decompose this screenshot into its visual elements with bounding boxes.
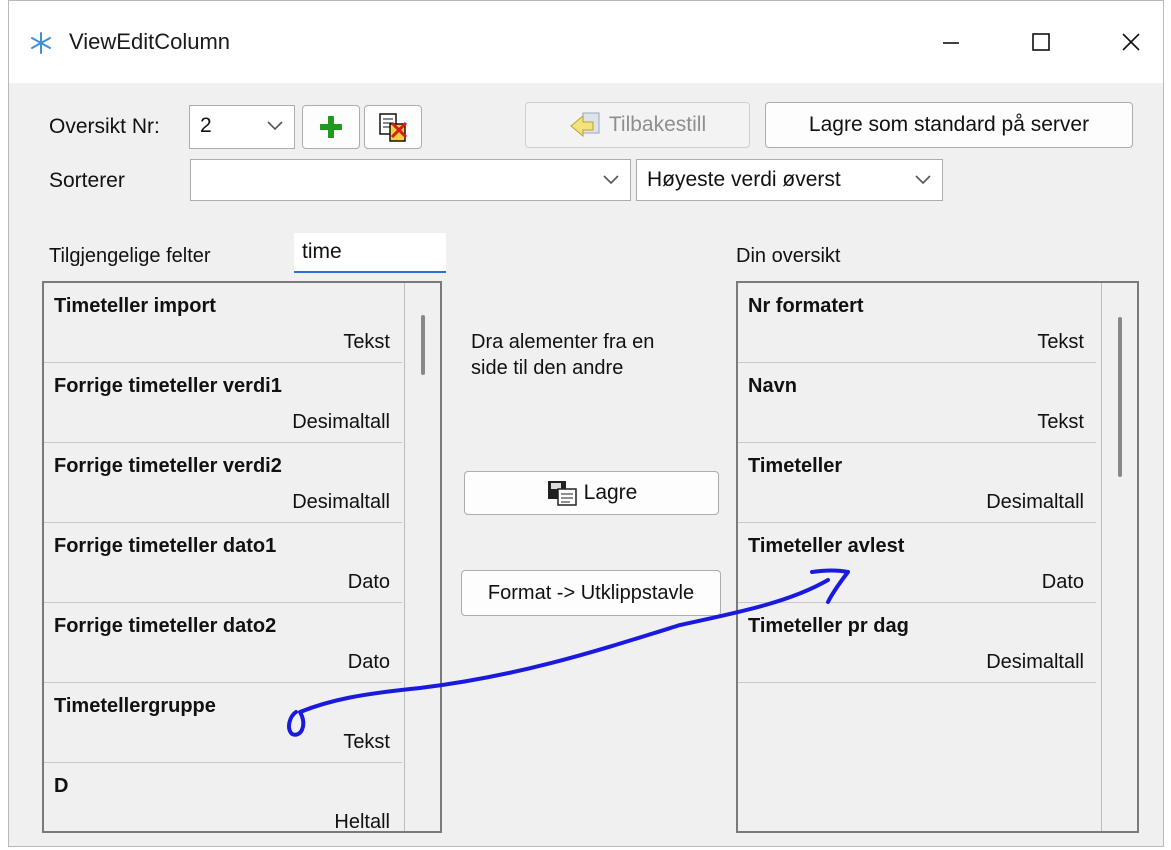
close-icon [1122, 33, 1140, 51]
dialog-window: ViewEditColumn Oversikt Nr: 2 Tilbakesti… [8, 0, 1164, 847]
your-overview-list[interactable]: Nr formatert Tekst Navn Tekst Timeteller… [736, 281, 1139, 833]
scrollbar-thumb[interactable] [421, 315, 425, 375]
save-button[interactable]: Lagre [464, 471, 719, 515]
sorter-label: Sorterer [49, 169, 125, 192]
title-bar: ViewEditColumn [9, 1, 1163, 83]
chevron-down-icon [915, 175, 931, 185]
reset-button[interactable]: Tilbakestill [525, 102, 750, 148]
available-fields-label: Tilgjengelige felter [49, 245, 211, 267]
list-item[interactable]: Timetellergruppe Tekst [44, 683, 402, 763]
snowflake-icon [31, 32, 51, 54]
available-fields-list[interactable]: Timeteller import Tekst Forrige timetell… [42, 281, 442, 833]
list-item[interactable]: Nr formatert Tekst [738, 283, 1096, 363]
oversikt-select[interactable]: 2 [189, 105, 295, 149]
plus-icon [320, 116, 342, 138]
sort-order-value: Høyeste verdi øverst [647, 168, 841, 191]
list-item[interactable]: Forrige timeteller verdi2 Desimaltall [44, 443, 402, 523]
drag-hint-line-2: side til den andre [471, 357, 624, 379]
sort-order-select[interactable]: Høyeste verdi øverst [636, 159, 943, 201]
filter-input[interactable] [294, 233, 446, 273]
window-title: ViewEditColumn [69, 29, 231, 54]
scrollbar[interactable] [1101, 283, 1137, 831]
reset-label: Tilbakestill [608, 113, 707, 136]
scrollbar-thumb[interactable] [1118, 317, 1122, 477]
oversikt-value: 2 [200, 114, 212, 137]
minimize-icon [943, 42, 959, 44]
list-item[interactable]: Navn Tekst [738, 363, 1096, 443]
list-item[interactable]: Timeteller avlest Dato [738, 523, 1096, 603]
sort-field-select[interactable] [190, 159, 631, 201]
save-label: Lagre [583, 481, 638, 504]
list-item[interactable]: Timeteller Desimaltall [738, 443, 1096, 523]
list-item[interactable]: Forrige timeteller dato1 Dato [44, 523, 402, 603]
chevron-down-icon [603, 175, 619, 185]
your-overview-label: Din oversikt [736, 245, 841, 267]
list-item[interactable]: Timeteller import Tekst [44, 283, 402, 363]
add-button[interactable] [302, 105, 360, 149]
copy-delete-icon [379, 113, 408, 142]
list-item[interactable]: Forrige timeteller verdi1 Desimaltall [44, 363, 402, 443]
copy-delete-button[interactable] [364, 105, 422, 149]
minimize-button[interactable] [921, 17, 981, 67]
list-item[interactable]: D Heltall [44, 763, 402, 831]
drag-hint-line-1: Dra alementer fra en [471, 331, 655, 353]
list-item[interactable]: Timeteller pr dag Desimaltall [738, 603, 1096, 683]
oversikt-label: Oversikt Nr: [49, 115, 160, 138]
list-item[interactable]: Forrige timeteller dato2 Dato [44, 603, 402, 683]
format-to-clipboard-button[interactable]: Format -> Utklippstavle [461, 570, 721, 616]
scrollbar[interactable] [404, 283, 440, 831]
maximize-button[interactable] [1011, 17, 1071, 67]
reset-arrow-icon [570, 112, 600, 138]
save-as-default-button[interactable]: Lagre som standard på server [765, 102, 1133, 148]
close-button[interactable] [1101, 17, 1161, 67]
maximize-icon [1032, 33, 1050, 51]
chevron-down-icon [267, 121, 283, 131]
save-icon [547, 481, 577, 506]
